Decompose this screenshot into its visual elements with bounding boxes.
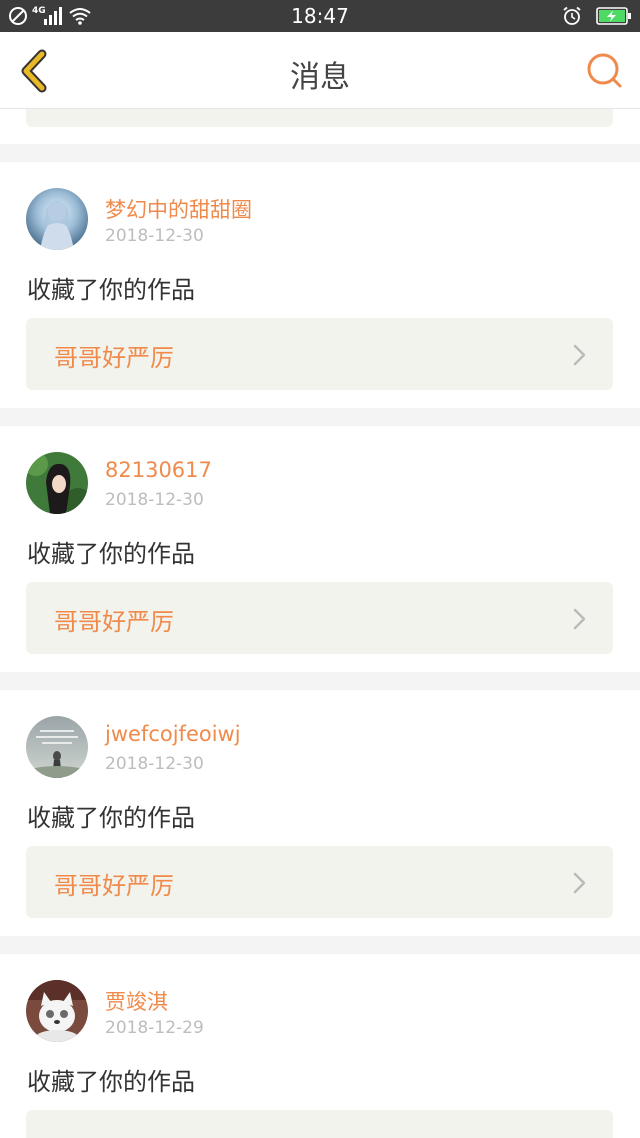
message-date: 2018-12-30 [105, 754, 204, 774]
work-card[interactable] [26, 1110, 613, 1138]
list-item-partial [0, 109, 640, 144]
alarm-icon [563, 6, 581, 25]
message-action-text: 收藏了你的作品 [27, 276, 195, 304]
message-action-text: 收藏了你的作品 [27, 804, 195, 832]
avatar[interactable] [26, 452, 88, 514]
nav-header: 消息 [0, 32, 640, 109]
work-title: 哥哥好严厉 [54, 872, 174, 900]
message-action-text: 收藏了你的作品 [27, 540, 195, 568]
search-button[interactable] [584, 50, 626, 92]
status-bar: 4G 18:47 [0, 0, 640, 32]
username[interactable]: 82130617 [105, 458, 212, 482]
work-card[interactable]: 哥哥好严厉 [26, 318, 613, 390]
list-item: jwefcojfeoiwj 2018-12-30 收藏了你的作品 哥哥好严厉 [0, 690, 640, 936]
username[interactable]: 贾竣淇 [105, 986, 168, 1016]
page-title: 消息 [290, 60, 350, 95]
work-card[interactable]: 哥哥好严厉 [26, 846, 613, 918]
list-item: 82130617 2018-12-30 收藏了你的作品 哥哥好严厉 [0, 426, 640, 672]
work-card[interactable]: 哥哥好严厉 [26, 582, 613, 654]
username[interactable]: jwefcojfeoiwj [105, 722, 241, 746]
message-list[interactable]: 梦幻中的甜甜圈 2018-12-30 收藏了你的作品 哥哥好严厉 8213061… [0, 109, 640, 1138]
battery-charging-icon [596, 7, 631, 25]
avatar[interactable] [26, 980, 88, 1042]
message-action-text: 收藏了你的作品 [27, 1068, 195, 1096]
list-item: 贾竣淇 2018-12-29 收藏了你的作品 [0, 954, 640, 1138]
message-date: 2018-12-29 [105, 1018, 204, 1038]
chevron-right-icon [573, 608, 586, 630]
avatar[interactable] [26, 716, 88, 778]
work-title: 哥哥好严厉 [54, 344, 174, 372]
list-item: 梦幻中的甜甜圈 2018-12-30 收藏了你的作品 哥哥好严厉 [0, 162, 640, 408]
status-time: 18:47 [291, 4, 349, 28]
status-right-icons [562, 5, 632, 27]
avatar[interactable] [26, 188, 88, 250]
work-card-partial[interactable] [26, 109, 613, 127]
username[interactable]: 梦幻中的甜甜圈 [105, 194, 252, 224]
search-icon [587, 53, 622, 88]
work-title: 哥哥好严厉 [54, 608, 174, 636]
message-date: 2018-12-30 [105, 226, 204, 246]
chevron-right-icon [573, 344, 586, 366]
message-date: 2018-12-30 [105, 490, 204, 510]
chevron-right-icon [573, 872, 586, 894]
